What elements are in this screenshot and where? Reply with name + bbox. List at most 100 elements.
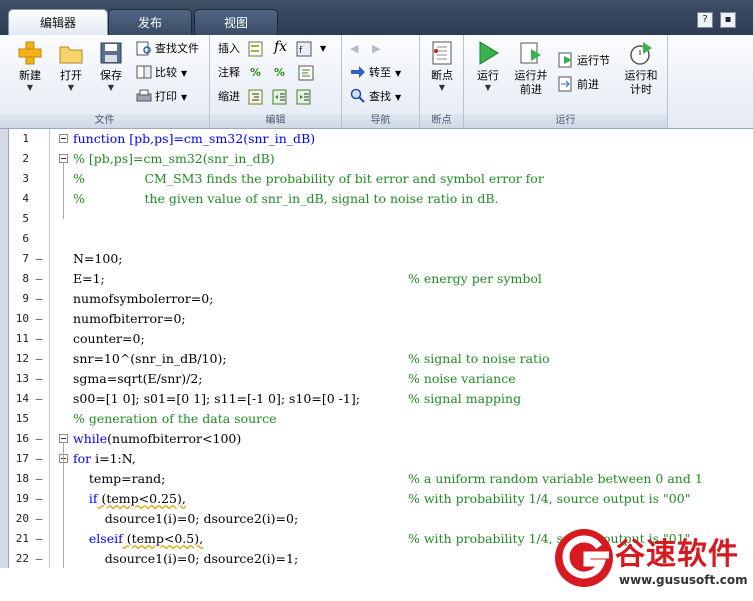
code-text[interactable]: counter=0; bbox=[73, 329, 145, 349]
run-and-advance-button[interactable]: 运行并 前进 bbox=[510, 40, 552, 97]
code-text[interactable]: while(numofbiterror<100) bbox=[73, 429, 241, 449]
line-number[interactable]: 14 bbox=[9, 389, 29, 409]
line-number[interactable]: 20 bbox=[9, 509, 29, 529]
code-text[interactable]: elseif (temp<0.5), bbox=[73, 529, 203, 549]
code-line[interactable]: 7– N=100; bbox=[9, 249, 753, 269]
code-text[interactable]: dsource1(i)=0; dsource2(i)=0; bbox=[73, 509, 298, 529]
new-button[interactable]: 新建 ▼ bbox=[10, 40, 50, 93]
code-text[interactable]: dsource1(i)=0; dsource2(i)=1; bbox=[73, 549, 298, 568]
code-text[interactable]: numofbiterror=0; bbox=[73, 309, 186, 329]
line-number[interactable]: 13 bbox=[9, 369, 29, 389]
breakpoint-marker[interactable]: – bbox=[33, 269, 45, 289]
find-button[interactable]: 查找 ▼ bbox=[350, 87, 401, 107]
line-number[interactable]: 11 bbox=[9, 329, 29, 349]
save-button[interactable]: 保存 ▼ bbox=[92, 40, 130, 93]
wrap-comment-icon[interactable] bbox=[298, 65, 314, 85]
line-number[interactable]: 5 bbox=[9, 209, 29, 229]
line-number[interactable]: 16 bbox=[9, 429, 29, 449]
code-line[interactable]: 17– for i=1:N, bbox=[9, 449, 753, 469]
breakpoint-marker[interactable]: – bbox=[33, 329, 45, 349]
code-line[interactable]: 9– numofsymbolerror=0; bbox=[9, 289, 753, 309]
code-line[interactable]: 13– sgma=sqrt(E/snr)/2; % noise variance bbox=[9, 369, 753, 389]
code-text[interactable]: numofsymbolerror=0; bbox=[73, 289, 213, 309]
find-files-button[interactable]: 查找文件 bbox=[136, 39, 199, 59]
code-line[interactable]: 4 % the given value of snr_in_dB, signal … bbox=[9, 189, 753, 209]
breakpoint-marker[interactable]: – bbox=[33, 509, 45, 529]
run-section-button[interactable]: 运行节 bbox=[558, 51, 610, 71]
tab-view[interactable]: 视图 bbox=[194, 9, 278, 35]
breakpoint-marker[interactable]: – bbox=[33, 349, 45, 369]
insert-matrix-icon[interactable]: f bbox=[296, 41, 312, 61]
code-line[interactable]: 3 % CM_SM3 finds the probability of bit e… bbox=[9, 169, 753, 189]
indent-button[interactable]: 缩进 bbox=[218, 87, 240, 107]
code-line[interactable]: 16– while(numofbiterror<100) bbox=[9, 429, 753, 449]
code-line[interactable]: 5 bbox=[9, 209, 753, 229]
code-line[interactable]: 18– temp=rand; % a uniform random variabl… bbox=[9, 469, 753, 489]
print-button[interactable]: 打印 ▼ bbox=[136, 87, 187, 107]
insert-section-icon[interactable] bbox=[248, 41, 264, 61]
code-text[interactable]: s00=[1 0]; s01=[0 1]; s11=[-1 0]; s10=[0… bbox=[73, 389, 360, 409]
code-line[interactable]: 8– E=1; % energy per symbol bbox=[9, 269, 753, 289]
fold-toggle-icon[interactable] bbox=[59, 434, 68, 443]
quick-access-help-icon[interactable]: ? bbox=[697, 12, 713, 28]
breakpoint-marker[interactable]: – bbox=[33, 469, 45, 489]
fold-toggle-icon[interactable] bbox=[59, 134, 68, 143]
code-text[interactable]: % generation of the data source bbox=[73, 409, 277, 429]
line-number[interactable]: 19 bbox=[9, 489, 29, 509]
code-line[interactable]: 11– counter=0; bbox=[9, 329, 753, 349]
line-number[interactable]: 9 bbox=[9, 289, 29, 309]
code-text[interactable]: N=100; bbox=[73, 249, 122, 269]
code-text[interactable]: function [pb,ps]=cm_sm32(snr_in_dB) bbox=[73, 129, 315, 149]
breakpoint-marker[interactable]: – bbox=[33, 389, 45, 409]
line-number[interactable]: 8 bbox=[9, 269, 29, 289]
insert-dropdown-icon[interactable]: ▼ bbox=[320, 39, 326, 59]
breakpoint-marker[interactable]: – bbox=[33, 289, 45, 309]
advance-button[interactable]: 前进 bbox=[558, 75, 599, 95]
line-number[interactable]: 17 bbox=[9, 449, 29, 469]
line-number[interactable]: 2 bbox=[9, 149, 29, 169]
comment-percent-icon[interactable]: % bbox=[250, 63, 261, 83]
line-number[interactable]: 21 bbox=[9, 529, 29, 549]
forward-arrow-icon[interactable]: ▶ bbox=[372, 39, 380, 59]
quick-access-save-icon[interactable]: ▪ bbox=[720, 12, 736, 28]
open-button[interactable]: 打开 ▼ bbox=[52, 40, 90, 93]
insert-function-icon[interactable]: fx bbox=[274, 37, 287, 57]
goto-button[interactable]: 转至 ▼ bbox=[350, 63, 401, 83]
insert-button[interactable]: 插入 bbox=[218, 39, 240, 59]
breakpoint-marker[interactable]: – bbox=[33, 429, 45, 449]
increase-indent-icon[interactable] bbox=[272, 89, 288, 109]
code-text[interactable]: temp=rand; bbox=[73, 469, 165, 489]
breakpoint-marker[interactable]: – bbox=[33, 309, 45, 329]
code-line[interactable]: 14– s00=[1 0]; s01=[0 1]; s11=[-1 0]; s10… bbox=[9, 389, 753, 409]
code-line[interactable]: 2 % [pb,ps]=cm_sm32(snr_in_dB) bbox=[9, 149, 753, 169]
breakpoints-button[interactable]: 断点 ▼ bbox=[424, 40, 460, 93]
uncomment-percent-icon[interactable]: % bbox=[274, 63, 285, 83]
line-number[interactable]: 18 bbox=[9, 469, 29, 489]
code-text[interactable]: sgma=sqrt(E/snr)/2; bbox=[73, 369, 203, 389]
breakpoint-marker[interactable]: – bbox=[33, 529, 45, 549]
smart-indent-icon[interactable] bbox=[248, 89, 264, 109]
fold-toggle-icon[interactable] bbox=[59, 154, 68, 163]
breakpoint-marker[interactable]: – bbox=[33, 449, 45, 469]
line-number[interactable]: 3 bbox=[9, 169, 29, 189]
code-text[interactable]: % CM_SM3 finds the probability of bit er… bbox=[73, 169, 544, 189]
code-line[interactable]: 12– snr=10^(snr_in_dB/10); % signal to noi… bbox=[9, 349, 753, 369]
line-number[interactable]: 7 bbox=[9, 249, 29, 269]
breakpoint-marker[interactable]: – bbox=[33, 549, 45, 568]
code-line[interactable]: 6 bbox=[9, 229, 753, 249]
tab-publish[interactable]: 发布 bbox=[108, 9, 192, 35]
code-text[interactable]: E=1; bbox=[73, 269, 105, 289]
code-text[interactable]: % [pb,ps]=cm_sm32(snr_in_dB) bbox=[73, 149, 275, 169]
run-and-time-button[interactable]: 运行和 计时 bbox=[620, 40, 662, 97]
breakpoint-marker[interactable]: – bbox=[33, 489, 45, 509]
compare-button[interactable]: 比较 ▼ bbox=[136, 63, 187, 83]
line-number[interactable]: 12 bbox=[9, 349, 29, 369]
line-number[interactable]: 1 bbox=[9, 129, 29, 149]
code-text[interactable]: % the given value of snr_in_dB, signal t… bbox=[73, 189, 499, 209]
code-text[interactable]: if (temp<0.25), bbox=[73, 489, 186, 509]
code-line[interactable]: 1 function [pb,ps]=cm_sm32(snr_in_dB) bbox=[9, 129, 753, 149]
code-line[interactable]: 19– if (temp<0.25), % with probability 1/… bbox=[9, 489, 753, 509]
code-text[interactable]: snr=10^(snr_in_dB/10); bbox=[73, 349, 227, 369]
tab-editor[interactable]: 编辑器 bbox=[8, 9, 108, 35]
run-button[interactable]: 运行 ▼ bbox=[470, 40, 506, 93]
